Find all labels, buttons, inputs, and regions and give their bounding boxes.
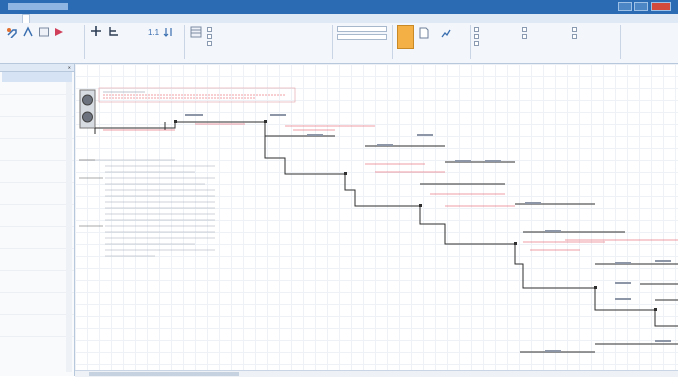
list-divider xyxy=(0,314,74,315)
chart-icon[interactable] xyxy=(440,27,452,39)
document-icon[interactable] xyxy=(418,27,430,39)
frame-icon[interactable] xyxy=(38,26,50,38)
option-checkbox[interactable] xyxy=(522,27,529,32)
dropdown-2[interactable] xyxy=(337,34,387,40)
main-pipe xyxy=(94,121,678,353)
connect-icon[interactable] xyxy=(6,26,18,38)
option-checkbox[interactable] xyxy=(522,34,529,39)
numbers-icon[interactable]: 1.1 xyxy=(148,26,160,38)
option-checkbox[interactable] xyxy=(474,34,481,39)
piping-diagram xyxy=(79,87,678,353)
list-divider xyxy=(0,292,74,293)
pipe-joints xyxy=(174,120,657,311)
option-checkbox[interactable] xyxy=(207,41,214,46)
diagram-canvas[interactable] xyxy=(75,64,678,370)
list-divider xyxy=(0,270,74,271)
option-checkbox[interactable] xyxy=(572,27,579,32)
dropdown-1[interactable] xyxy=(337,26,387,32)
sidebar-scrollbar[interactable] xyxy=(66,82,72,372)
sidebar-selected-item[interactable] xyxy=(2,72,72,82)
list-divider xyxy=(0,116,74,117)
maximize-button[interactable] xyxy=(634,2,648,11)
table-icon[interactable] xyxy=(190,26,202,38)
group-divider xyxy=(620,25,621,59)
title-bar xyxy=(0,0,678,14)
pipe-icon[interactable] xyxy=(90,25,102,37)
branch-icon[interactable] xyxy=(108,25,120,37)
app-title xyxy=(8,3,68,10)
list-divider xyxy=(0,336,74,337)
sort-icon[interactable] xyxy=(163,26,175,38)
sidebar-header: ✕ xyxy=(0,64,74,72)
scrollbar-thumb[interactable] xyxy=(89,372,239,376)
list-divider xyxy=(0,138,74,139)
list-divider xyxy=(0,160,74,161)
option-checkbox[interactable] xyxy=(474,41,481,46)
group-divider xyxy=(392,25,393,59)
list-divider xyxy=(0,94,74,95)
option-checkbox[interactable] xyxy=(207,27,214,32)
project-sidebar: ✕ xyxy=(0,64,75,376)
unit-info-box xyxy=(98,87,296,103)
option-checkbox[interactable] xyxy=(207,34,214,39)
indoor-unit-list xyxy=(95,159,215,257)
pipe-label-blocks xyxy=(185,114,671,352)
option-checkbox[interactable] xyxy=(572,34,579,39)
view-toggle-button[interactable] xyxy=(397,25,414,49)
list-divider xyxy=(0,226,74,227)
close-icon[interactable]: ✕ xyxy=(68,64,71,71)
group-divider xyxy=(84,25,85,59)
highlighted-branches xyxy=(103,123,678,251)
group-divider xyxy=(470,25,471,59)
arrow-right-icon[interactable] xyxy=(53,26,65,38)
outdoor-unit[interactable] xyxy=(79,89,96,129)
group-divider xyxy=(184,25,185,59)
ribbon: 1.1 xyxy=(0,23,678,64)
move-icon[interactable] xyxy=(22,26,34,38)
list-divider xyxy=(0,248,74,249)
list-connectors xyxy=(79,159,103,227)
option-checkbox[interactable] xyxy=(474,27,481,32)
minimize-button[interactable] xyxy=(618,2,632,11)
close-button[interactable] xyxy=(651,2,671,11)
group-divider xyxy=(332,25,333,59)
list-divider xyxy=(0,182,74,183)
list-divider xyxy=(0,204,74,205)
svg-text:1.1: 1.1 xyxy=(148,28,160,37)
